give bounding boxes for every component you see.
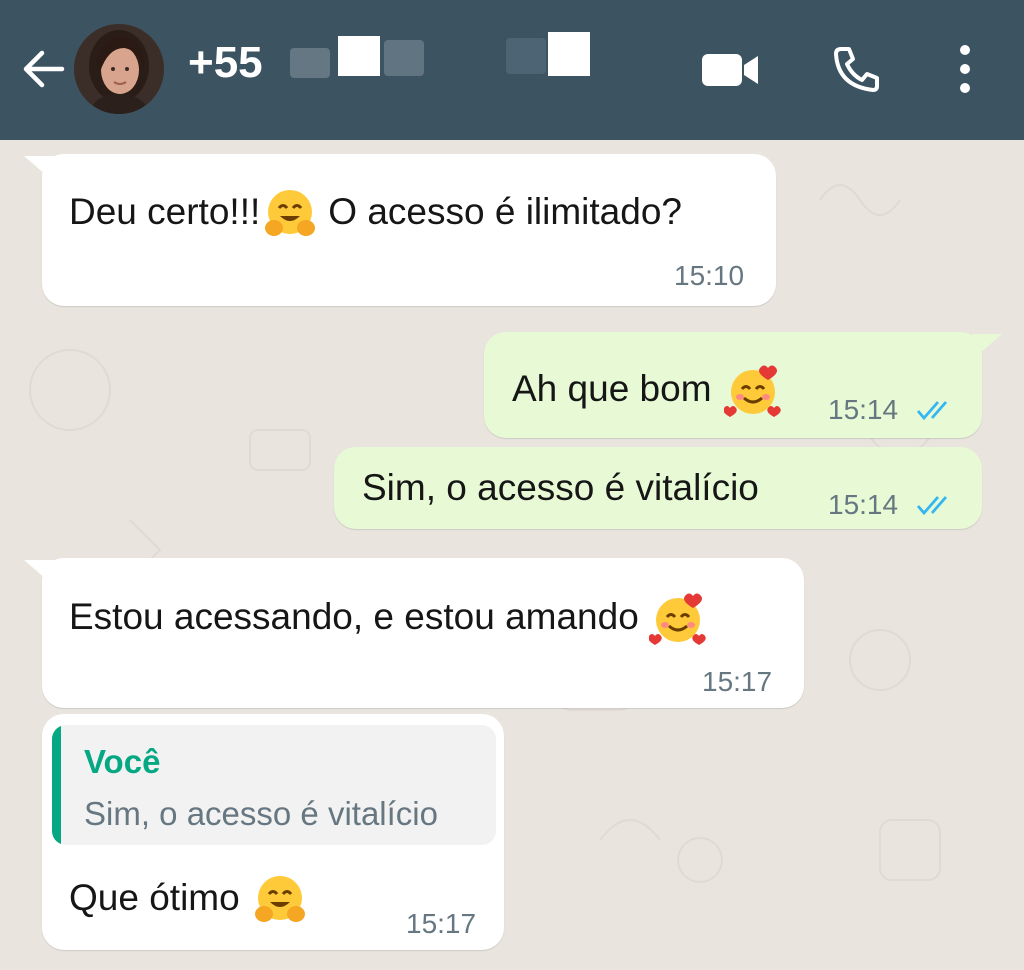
chat-header: +55	[0, 0, 1024, 140]
message-text: Deu certo!!! O acesso é ilimitado?	[69, 186, 682, 242]
arrow-left-icon[interactable]	[18, 44, 68, 94]
hugging-face-emoji	[252, 872, 308, 928]
message-bubble[interactable]: Sim, o acesso é vitalício 15:14	[334, 447, 982, 529]
message-text: Sim, o acesso é vitalício	[362, 467, 759, 508]
read-double-check-icon	[916, 496, 948, 516]
message-time: 15:14	[828, 394, 899, 425]
quote-author: Você	[84, 743, 161, 780]
chat-area[interactable]: Deu certo!!! O acesso é ilimitado? 15:10 …	[0, 140, 1024, 970]
message-time: 15:17	[702, 666, 773, 697]
message-text: Que ótimo	[69, 872, 308, 928]
redacted-block	[338, 36, 380, 76]
message-bubble[interactable]: Ah que bom 15:14	[484, 332, 982, 438]
quote-text: Sim, o acesso é vitalício	[84, 795, 438, 832]
message-time: 15:17	[406, 908, 477, 939]
message-bubble[interactable]: Deu certo!!! O acesso é ilimitado? 15:10	[42, 154, 776, 306]
redacted-block	[548, 32, 590, 76]
message-time: 15:14	[828, 489, 899, 520]
message-text: Ah que bom	[512, 362, 782, 420]
message-bubble[interactable]: Estou acessando, e estou amando 15:17	[42, 558, 804, 708]
redacted-digits	[506, 38, 546, 74]
contact-avatar[interactable]	[74, 24, 164, 114]
redacted-digits	[290, 48, 330, 78]
more-vertical-icon[interactable]	[950, 42, 980, 96]
contact-phone-number[interactable]: +55	[188, 38, 263, 88]
hugging-face-emoji	[262, 186, 318, 242]
redacted-digits	[384, 40, 424, 76]
quoted-message[interactable]: Você Sim, o acesso é vitalício	[52, 725, 496, 845]
read-double-check-icon	[916, 401, 948, 421]
video-call-icon[interactable]	[700, 48, 762, 90]
quote-accent-bar	[52, 725, 61, 845]
message-time: 15:10	[674, 260, 745, 291]
phone-call-icon[interactable]	[832, 44, 882, 94]
smiling-face-with-hearts-emoji	[648, 590, 707, 648]
smiling-face-with-hearts-emoji	[722, 362, 782, 420]
message-text: Estou acessando, e estou amando	[69, 590, 707, 648]
